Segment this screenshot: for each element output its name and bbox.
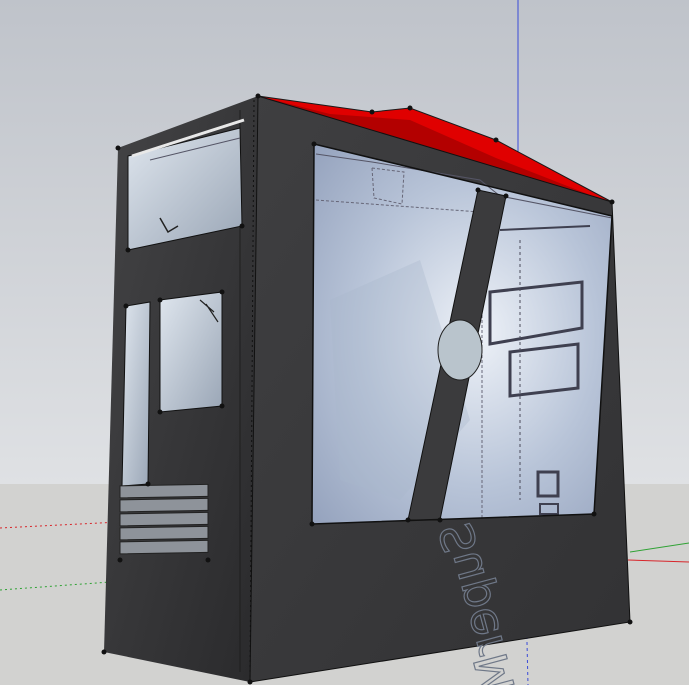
front-fan-window[interactable] xyxy=(159,291,223,413)
sketchup-viewport[interactable]: SuperM xyxy=(0,0,689,685)
front-vents xyxy=(119,483,209,555)
strap-hub[interactable] xyxy=(437,319,483,381)
front-drive-slot[interactable] xyxy=(121,301,151,487)
